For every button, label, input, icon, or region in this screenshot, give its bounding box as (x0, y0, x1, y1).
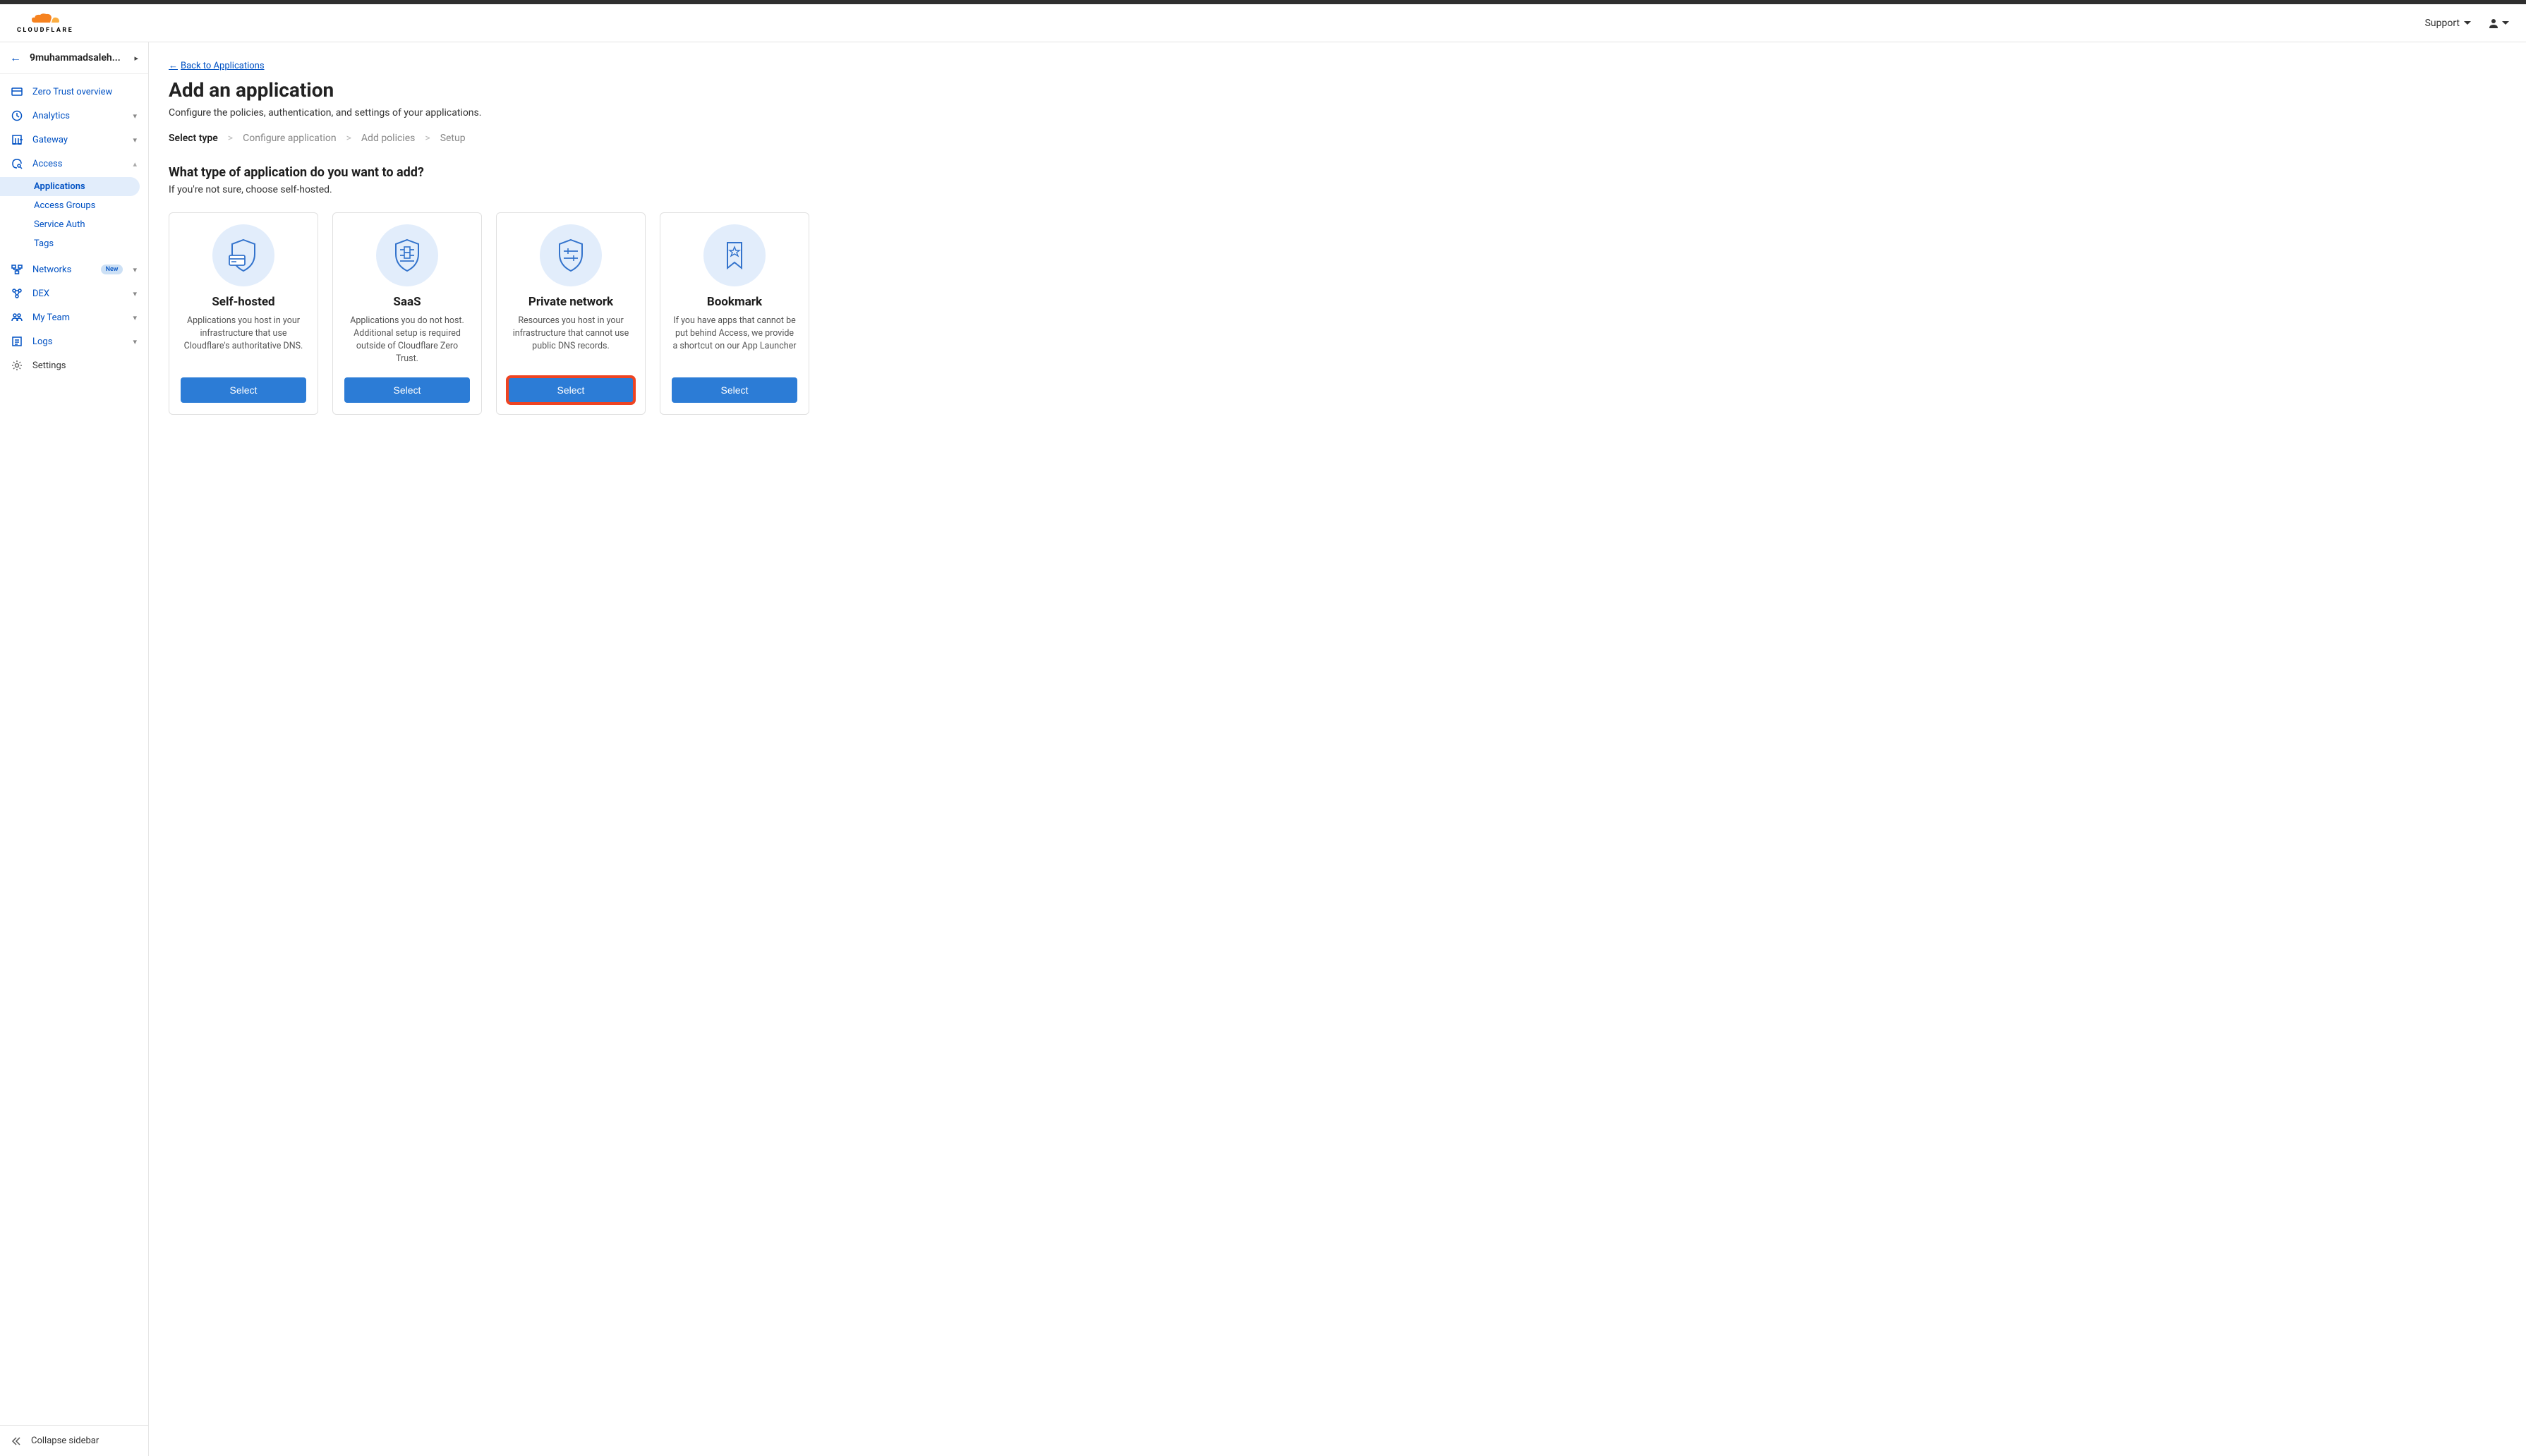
section-heading: What type of application do you want to … (169, 165, 2506, 180)
access-subnav: Applications Access Groups Service Auth … (0, 176, 148, 257)
back-link-text: Back to Applications (181, 61, 265, 71)
support-label: Support (2425, 18, 2460, 29)
step-configure-application: Configure application (243, 133, 336, 144)
sidebar-item-logs[interactable]: Logs ▾ (0, 329, 148, 353)
card-private-network: Private network Resources you host in yo… (496, 212, 646, 415)
dex-icon (11, 288, 23, 299)
card-bookmark: Bookmark If you have apps that cannot be… (660, 212, 809, 415)
nav-label: My Team (32, 313, 123, 323)
sidebar-item-networks[interactable]: Networks New ▾ (0, 257, 148, 281)
subnav-item-access-groups[interactable]: Access Groups (0, 196, 148, 215)
page-subtitle: Configure the policies, authentication, … (169, 107, 2506, 119)
sidebar-item-my-team[interactable]: My Team ▾ (0, 305, 148, 329)
nav-label: Gateway (32, 135, 123, 145)
sidebar-item-gateway[interactable]: Gateway ▾ (0, 128, 148, 152)
card-description: If you have apps that cannot be put behi… (672, 315, 797, 366)
section-hint: If you're not sure, choose self-hosted. (169, 184, 2506, 195)
support-dropdown[interactable]: Support (2425, 18, 2471, 29)
private-network-icon (540, 224, 602, 286)
page-title: Add an application (169, 78, 2506, 102)
access-icon (11, 158, 23, 169)
header: CLOUDFLARE Support (0, 4, 2526, 42)
subnav-item-tags[interactable]: Tags (0, 234, 148, 253)
card-title: SaaS (393, 295, 421, 309)
subnav-item-applications[interactable]: Applications (0, 177, 140, 196)
new-badge: New (101, 265, 123, 274)
layout: ← 9muhammadsaleh... ▸ Zero Trust overvie… (0, 42, 2526, 1456)
collapse-icon (11, 1436, 21, 1446)
user-icon (2488, 18, 2499, 29)
logo-text: CLOUDFLARE (17, 27, 73, 34)
clock-icon (11, 110, 23, 121)
card-description: Resources you host in your infrastructur… (508, 315, 634, 366)
network-icon (11, 264, 23, 275)
nav-label: Logs (32, 336, 123, 347)
back-to-applications-link[interactable]: ← Back to Applications (169, 60, 265, 71)
step-add-policies: Add policies (361, 133, 415, 144)
sidebar-item-dex[interactable]: DEX ▾ (0, 281, 148, 305)
application-type-cards: Self-hosted Applications you host in you… (169, 212, 2506, 415)
chevron-down-icon: ▾ (133, 111, 137, 121)
card-description: Applications you host in your infrastruc… (181, 315, 306, 366)
header-right: Support (2425, 18, 2509, 29)
account-dropdown[interactable] (2488, 18, 2509, 29)
account-name: 9muhammadsaleh... (30, 52, 126, 63)
gateway-icon (11, 134, 23, 145)
chevron-up-icon: ▴ (133, 159, 137, 169)
nav: Zero Trust overview Analytics ▾ Gateway (0, 74, 148, 383)
wizard-steps: Select type > Configure application > Ad… (169, 133, 2506, 144)
select-self-hosted-button[interactable]: Select (181, 377, 306, 403)
collapse-label: Collapse sidebar (31, 1436, 99, 1446)
select-private-network-button[interactable]: Select (508, 377, 634, 403)
caret-down-icon (2502, 21, 2509, 25)
saas-icon (376, 224, 438, 286)
nav-label: Zero Trust overview (32, 87, 137, 97)
self-hosted-icon (212, 224, 274, 286)
account-selector[interactable]: ← 9muhammadsaleh... ▸ (0, 42, 148, 74)
chevron-down-icon: ▾ (133, 337, 137, 346)
logo[interactable]: CLOUDFLARE (17, 13, 73, 34)
card-title: Bookmark (707, 295, 762, 309)
step-setup: Setup (440, 133, 466, 144)
nav-label: Access (32, 159, 123, 169)
caret-down-icon (2464, 21, 2471, 25)
breadcrumb-separator: > (425, 133, 430, 144)
chevron-right-icon: ▸ (134, 54, 138, 63)
back-arrow-icon: ← (10, 51, 21, 65)
nav-label: Networks (32, 265, 91, 275)
chevron-down-icon: ▾ (133, 135, 137, 145)
gear-icon (11, 360, 23, 371)
nav-label: DEX (32, 289, 123, 299)
select-saas-button[interactable]: Select (344, 377, 470, 403)
nav-label: Settings (32, 360, 137, 371)
card-title: Self-hosted (212, 295, 274, 309)
chevron-down-icon: ▾ (133, 265, 137, 274)
sidebar-item-access[interactable]: Access ▴ (0, 152, 148, 176)
chevron-down-icon: ▾ (133, 313, 137, 322)
sidebar-top: ← 9muhammadsaleh... ▸ Zero Trust overvie… (0, 42, 148, 383)
select-bookmark-button[interactable]: Select (672, 377, 797, 403)
bookmark-icon (703, 224, 766, 286)
step-select-type[interactable]: Select type (169, 133, 218, 144)
card-saas: SaaS Applications you do not host. Addit… (332, 212, 482, 415)
nav-label: Analytics (32, 111, 123, 121)
sidebar-item-settings[interactable]: Settings (0, 353, 148, 377)
chevron-down-icon: ▾ (133, 289, 137, 298)
card-title: Private network (528, 295, 613, 309)
collapse-sidebar-button[interactable]: Collapse sidebar (0, 1425, 148, 1456)
card-icon (11, 86, 23, 97)
sidebar: ← 9muhammadsaleh... ▸ Zero Trust overvie… (0, 42, 149, 1456)
subnav-item-service-auth[interactable]: Service Auth (0, 215, 148, 234)
sidebar-item-zero-trust-overview[interactable]: Zero Trust overview (0, 80, 148, 104)
cloudflare-icon (30, 13, 60, 25)
card-description: Applications you do not host. Additional… (344, 315, 470, 366)
logs-icon (11, 336, 23, 347)
main-content: ← Back to Applications Add an applicatio… (149, 42, 2526, 1456)
card-self-hosted: Self-hosted Applications you host in you… (169, 212, 318, 415)
breadcrumb-separator: > (346, 133, 351, 144)
arrow-left-icon: ← (169, 60, 178, 71)
team-icon (11, 312, 23, 323)
breadcrumb-separator: > (228, 133, 233, 144)
sidebar-item-analytics[interactable]: Analytics ▾ (0, 104, 148, 128)
